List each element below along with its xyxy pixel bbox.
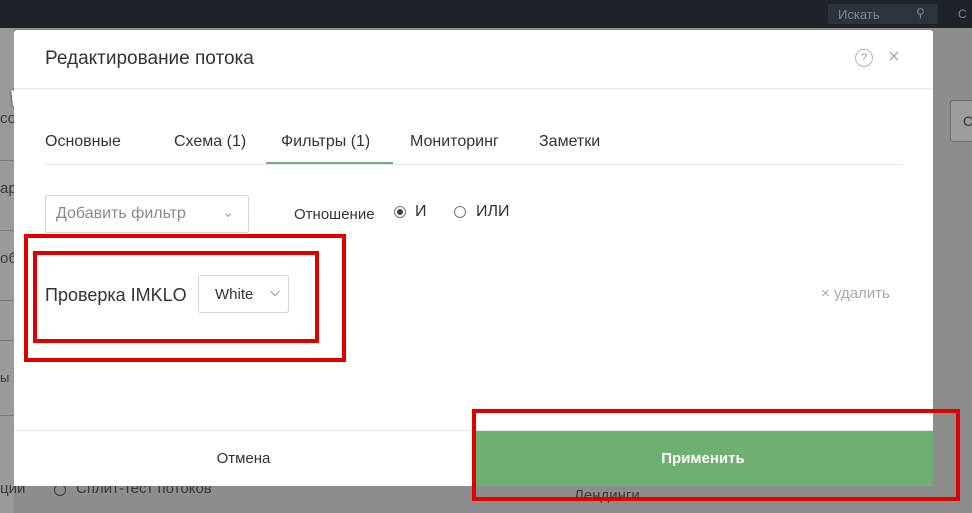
delete-filter-label: удалить	[833, 285, 890, 302]
search-icon[interactable]: ⚲	[916, 6, 925, 20]
tab-monitoring[interactable]: Мониторинг	[410, 133, 499, 151]
modal-header: Редактирование потока ? ×	[14, 30, 933, 89]
relation-or-label[interactable]: ИЛИ	[476, 203, 510, 221]
tab-scheme[interactable]: Схема (1)	[174, 133, 246, 151]
relation-label: Отношение	[294, 206, 375, 223]
bg-fragment: С	[963, 113, 972, 129]
tab-filters[interactable]: Фильтры (1)	[281, 133, 370, 151]
tab-notes[interactable]: Заметки	[539, 133, 600, 151]
relation-and-radio[interactable]	[394, 206, 406, 218]
bg-fragment: ы	[0, 370, 10, 385]
relation-and-label[interactable]: И	[415, 203, 427, 221]
background-right-button: С	[950, 100, 972, 142]
modal-tabs: Основные Схема (1) Фильтры (1) Мониторин…	[45, 126, 902, 165]
global-search-placeholder: Искать	[838, 7, 880, 22]
filter-item: Проверка IMKLO White ⌵ × удалить	[45, 275, 905, 315]
filter-value-select[interactable]: White ⌵	[198, 275, 289, 313]
edit-flow-modal: Редактирование потока ? × Основные Схема…	[14, 30, 933, 486]
bg-divider	[0, 415, 14, 416]
question-circle-icon[interactable]: ?	[855, 49, 873, 67]
global-search-input[interactable]: Искать ⚲	[828, 4, 938, 24]
active-tab-indicator	[266, 162, 393, 164]
bg-divider	[0, 340, 14, 341]
chevron-down-icon: ⌵	[270, 284, 280, 299]
modal-title: Редактирование потока	[45, 48, 254, 69]
tab-basic[interactable]: Основные	[45, 133, 121, 151]
top-right-fragment: С	[958, 7, 967, 21]
add-filter-placeholder: Добавить фильтр	[56, 205, 186, 222]
add-filter-select[interactable]: Добавить фильтр ⌄	[45, 195, 249, 233]
delete-filter-link[interactable]: × удалить	[821, 285, 890, 302]
background-bottom-row: ции Сплит-тест потоков Лендинги	[0, 480, 972, 513]
close-icon[interactable]: ×	[888, 47, 900, 67]
relation-or-radio[interactable]	[454, 206, 466, 218]
filter-controls-row: Добавить фильтр ⌄ Отношение И ИЛИ	[45, 194, 905, 234]
bg-divider	[0, 300, 14, 301]
close-icon: ×	[821, 285, 830, 302]
filter-name: Проверка IMKLO	[45, 285, 187, 305]
cancel-button[interactable]: Отмена	[14, 431, 473, 486]
bg-divider	[0, 160, 14, 161]
apply-button[interactable]: Применить	[473, 431, 933, 486]
chevron-down-icon: ⌄	[222, 204, 235, 221]
app-top-bar: Искать ⚲ С	[0, 0, 972, 28]
modal-footer: Отмена Применить	[14, 430, 933, 486]
bg-divider	[0, 230, 14, 231]
filter-value: White	[215, 286, 254, 303]
bg-fragment: Лендинги	[574, 487, 640, 504]
